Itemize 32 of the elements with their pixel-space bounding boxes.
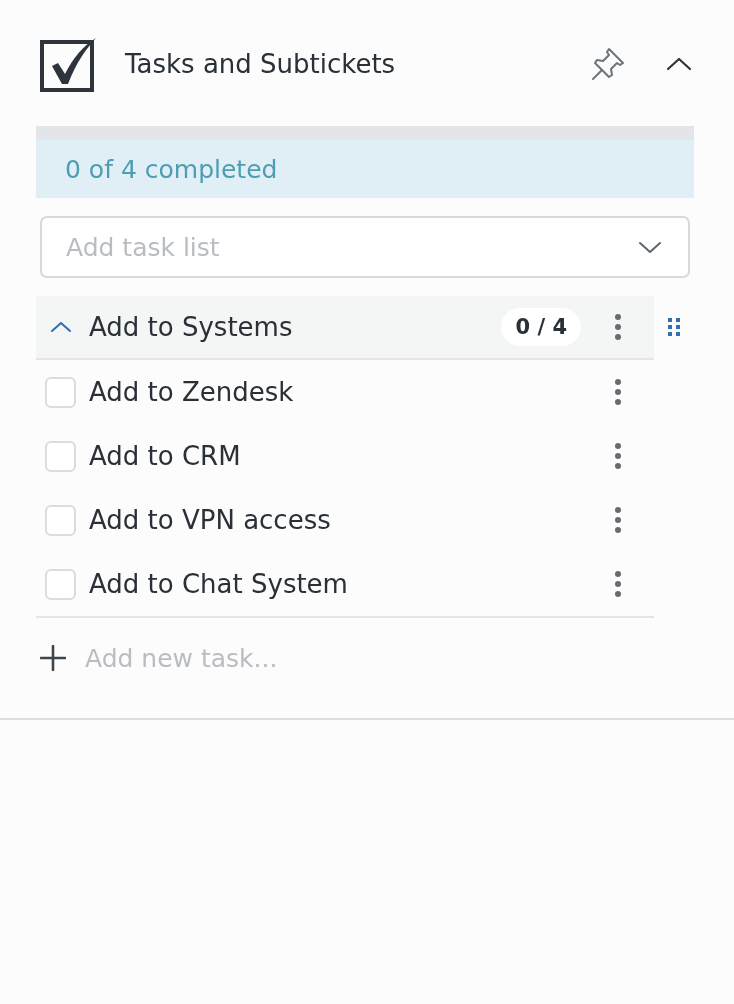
- task-checkbox[interactable]: [45, 376, 76, 408]
- more-options-button[interactable]: [615, 507, 621, 533]
- chevron-up-icon: [666, 57, 692, 71]
- task-label: Add to VPN access: [89, 505, 332, 535]
- progress-label: 0 of 4 completed: [65, 154, 278, 184]
- new-task-field[interactable]: Add new task...: [85, 643, 485, 673]
- task-list-select[interactable]: Add task list: [40, 216, 690, 278]
- drag-handle-icon[interactable]: [668, 318, 680, 336]
- pin-icon: [590, 46, 626, 82]
- chevron-up-icon: [50, 321, 72, 333]
- task-group-header[interactable]: Add to Systems 0 / 4: [36, 296, 654, 360]
- count-badge: 0 / 4: [501, 308, 581, 346]
- more-options-button[interactable]: [615, 443, 621, 469]
- task-checkbox[interactable]: [45, 568, 76, 600]
- more-options-button[interactable]: [615, 379, 621, 405]
- kebab-icon: [615, 379, 621, 405]
- chevron-down-icon: [638, 241, 662, 254]
- more-options-button[interactable]: [615, 314, 621, 340]
- kebab-icon: [615, 571, 621, 597]
- task-checkbox[interactable]: [45, 504, 76, 536]
- kebab-icon: [615, 443, 621, 469]
- task-label: Add to Chat System: [89, 569, 349, 599]
- task-label: Add to Zendesk: [89, 377, 295, 407]
- kebab-icon: [615, 507, 621, 533]
- kebab-icon: [615, 314, 621, 340]
- panel-title: Tasks and Subtickets: [125, 49, 397, 79]
- task-checkbox[interactable]: [45, 440, 76, 472]
- checklist-icon: [40, 36, 98, 92]
- plus-icon[interactable]: [40, 645, 66, 671]
- group-title: Add to Systems: [89, 312, 294, 342]
- task-label: Add to CRM: [89, 441, 242, 471]
- more-options-button[interactable]: [615, 571, 621, 597]
